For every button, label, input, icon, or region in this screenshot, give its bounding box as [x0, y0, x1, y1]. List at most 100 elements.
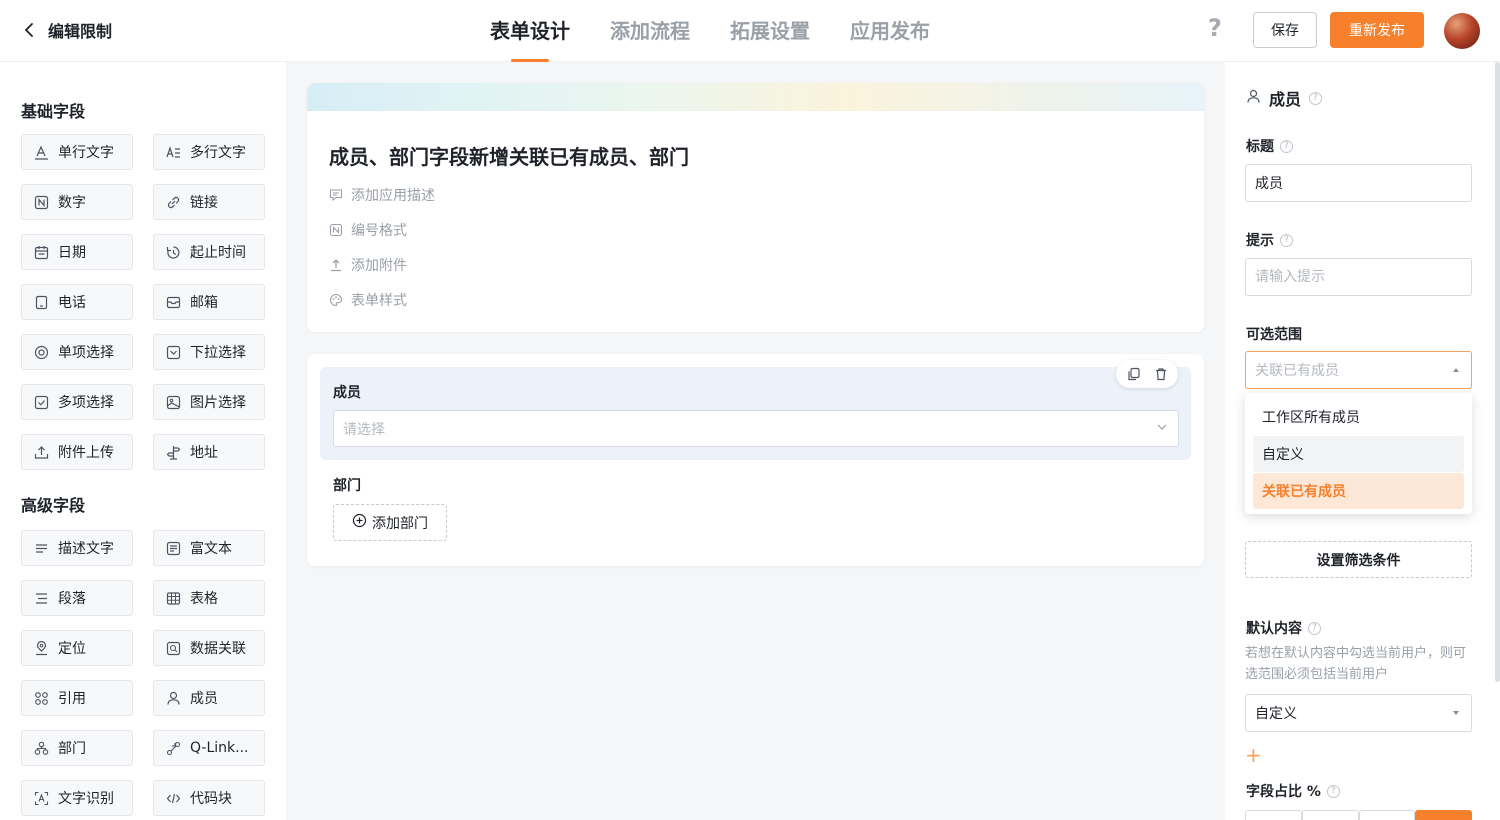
copy-icon[interactable]	[1126, 366, 1142, 382]
question-icon[interactable]: ?	[1308, 621, 1321, 635]
default-label-text: 默认内容	[1246, 621, 1302, 637]
field-attachment[interactable]: 附件上传	[21, 434, 133, 470]
field-time-range[interactable]: 起止时间	[153, 234, 265, 270]
field-multi-choice[interactable]: 多项选择	[21, 384, 133, 420]
member-field-block[interactable]: 成员 请选择	[320, 360, 1191, 460]
field-label: 多项选择	[58, 395, 114, 411]
ratio-option[interactable]	[1358, 810, 1416, 820]
field-member[interactable]: 成员	[153, 680, 265, 716]
range-label: 可选范围	[1246, 327, 1302, 343]
help-icon[interactable]: ?	[1208, 14, 1222, 42]
range-option-custom[interactable]: 自定义	[1253, 436, 1464, 472]
field-location[interactable]: 定位	[21, 630, 133, 666]
trash-icon[interactable]	[1153, 366, 1169, 382]
field-single-choice[interactable]: 单项选择	[21, 334, 133, 370]
field-date[interactable]: 日期	[21, 234, 133, 270]
signpost-icon	[166, 445, 181, 460]
form-style[interactable]: 表单样式	[329, 290, 407, 310]
field-department[interactable]: 部门	[21, 730, 133, 766]
main-tabs: 表单设计 添加流程 拓展设置 应用发布	[490, 0, 930, 62]
palette-icon	[329, 293, 343, 307]
dropdown-icon	[166, 345, 181, 360]
tab-form-design[interactable]: 表单设计	[490, 0, 570, 62]
question-icon[interactable]: ?	[1326, 784, 1340, 798]
default-hint: 若想在默认内容中勾选当前用户，则可选范围必须包括当前用户	[1245, 646, 1467, 682]
ratio-option[interactable]	[1245, 810, 1302, 820]
hint-label-text: 提示	[1246, 233, 1274, 249]
ratio-option-selected[interactable]	[1415, 810, 1472, 820]
member-select-placeholder: 请选择	[343, 421, 385, 438]
field-label: 描述文字	[58, 541, 114, 557]
field-label: 代码块	[190, 791, 232, 807]
ocr-icon	[34, 791, 49, 806]
save-button[interactable]: 保存	[1253, 12, 1317, 48]
set-filter-button[interactable]: 设置筛选条件	[1245, 541, 1472, 578]
option-label: 添加附件	[351, 258, 407, 274]
props-scrollbar[interactable]	[1495, 62, 1500, 682]
rich-text-icon	[166, 541, 181, 556]
add-department-button[interactable]: 添加部门	[333, 504, 447, 541]
title-input[interactable]	[1245, 164, 1472, 202]
hint-input[interactable]	[1245, 258, 1472, 296]
field-qlink[interactable]: Q-Link...	[153, 730, 265, 766]
field-label: 部门	[58, 741, 86, 757]
field-code-block[interactable]: 代码块	[153, 780, 265, 816]
field-table[interactable]: 表格	[153, 580, 265, 616]
tab-add-flow[interactable]: 添加流程	[610, 0, 690, 62]
field-image-choice[interactable]: 图片选择	[153, 384, 265, 420]
range-option-all-members[interactable]: 工作区所有成员	[1253, 399, 1464, 435]
number-format[interactable]: 编号格式	[329, 220, 407, 240]
range-option-linked-members[interactable]: 关联已有成员	[1253, 473, 1464, 509]
republish-button[interactable]: 重新发布	[1330, 12, 1424, 48]
comment-icon	[329, 188, 343, 202]
question-icon[interactable]: ?	[1280, 233, 1293, 247]
title-label-text: 标题	[1246, 139, 1274, 155]
field-label: 电话	[58, 295, 86, 311]
text-a-icon	[34, 145, 49, 160]
props-heading-text: 成员	[1269, 90, 1302, 109]
question-icon[interactable]: ?	[1309, 91, 1323, 105]
field-label: 数据关联	[190, 641, 246, 657]
field-label: 表格	[190, 591, 218, 607]
add-app-description[interactable]: 添加应用描述	[329, 185, 435, 205]
user-icon	[1246, 89, 1261, 108]
add-default-icon[interactable]: +	[1245, 743, 1269, 767]
time-range-icon	[166, 245, 181, 260]
field-single-line-text[interactable]: 单行文字	[21, 134, 133, 170]
field-data-link[interactable]: 数据关联	[153, 630, 265, 666]
field-multi-line-text[interactable]: 多行文字	[153, 134, 265, 170]
field-phone[interactable]: 电话	[21, 284, 133, 320]
tab-app-publish[interactable]: 应用发布	[850, 0, 930, 62]
default-select[interactable]: 自定义	[1245, 694, 1472, 732]
mail-icon	[166, 295, 181, 310]
field-mail[interactable]: 邮箱	[153, 284, 265, 320]
default-select-value: 自定义	[1255, 706, 1297, 722]
radio-icon	[34, 345, 49, 360]
field-address[interactable]: 地址	[153, 434, 265, 470]
back-button[interactable]: 编辑限制	[20, 18, 112, 42]
field-paragraph[interactable]: 段落	[21, 580, 133, 616]
tab-extend-settings[interactable]: 拓展设置	[730, 0, 810, 62]
range-select[interactable]: 关联已有成员	[1245, 351, 1472, 389]
field-ocr[interactable]: 文字识别	[21, 780, 133, 816]
avatar[interactable]	[1444, 13, 1480, 49]
add-attachment[interactable]: 添加附件	[329, 255, 407, 275]
data-link-icon	[166, 641, 181, 656]
field-rich-text[interactable]: 富文本	[153, 530, 265, 566]
location-icon	[34, 640, 49, 656]
plus-circle-icon	[352, 513, 367, 532]
question-icon[interactable]: ?	[1280, 139, 1293, 153]
range-select-value: 关联已有成员	[1255, 363, 1339, 379]
caret-up-icon	[1453, 368, 1459, 372]
ratio-option[interactable]	[1301, 810, 1359, 820]
title-label: 标题 ?	[1246, 136, 1293, 156]
field-link[interactable]: 链接	[153, 184, 265, 220]
field-dropdown[interactable]: 下拉选择	[153, 334, 265, 370]
field-number[interactable]: 数字	[21, 184, 133, 220]
field-description[interactable]: 描述文字	[21, 530, 133, 566]
ratio-options	[1245, 810, 1472, 820]
field-label: 下拉选择	[190, 345, 246, 361]
member-select[interactable]: 请选择	[333, 410, 1179, 447]
form-title[interactable]: 成员、部门字段新增关联已有成员、部门	[329, 141, 689, 170]
field-reference[interactable]: 引用	[21, 680, 133, 716]
